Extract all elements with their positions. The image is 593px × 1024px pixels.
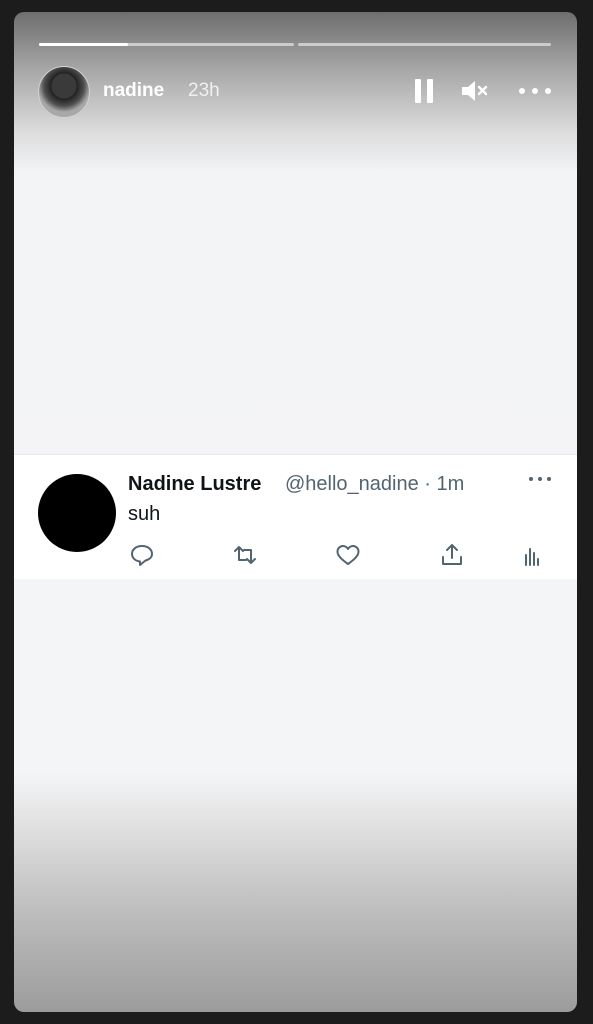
- story-progress-bar-2: [298, 43, 551, 46]
- story-username[interactable]: nadine: [103, 80, 164, 102]
- like-icon[interactable]: [334, 541, 362, 569]
- tweet-text: suh: [128, 503, 161, 525]
- tweet-author-name[interactable]: Nadine Lustre: [128, 473, 261, 496]
- share-icon[interactable]: [438, 541, 466, 569]
- progress-fill: [39, 43, 129, 46]
- avatar[interactable]: [38, 66, 90, 118]
- tweet-card[interactable]: Nadine Lustre @hello_nadine · 1m suh: [14, 454, 577, 579]
- avatar[interactable]: [38, 474, 116, 552]
- story-viewer[interactable]: nadine 23h Nadine Lustre @hello_nadine ·…: [14, 12, 577, 1012]
- story-timestamp: 23h: [188, 80, 220, 101]
- story-progress-bar-1: [39, 43, 294, 46]
- tweet-actions: [128, 541, 548, 569]
- speaker-muted-icon[interactable]: [459, 76, 489, 106]
- retweet-icon[interactable]: [231, 541, 259, 569]
- story-header: nadine 23h: [38, 66, 553, 118]
- analytics-icon[interactable]: [518, 541, 546, 569]
- pause-icon[interactable]: [415, 79, 433, 103]
- tweet-handle-time[interactable]: @hello_nadine · 1m: [285, 473, 464, 496]
- more-dots-icon[interactable]: [517, 76, 553, 106]
- more-dots-icon[interactable]: [527, 469, 553, 489]
- reply-icon[interactable]: [128, 541, 156, 569]
